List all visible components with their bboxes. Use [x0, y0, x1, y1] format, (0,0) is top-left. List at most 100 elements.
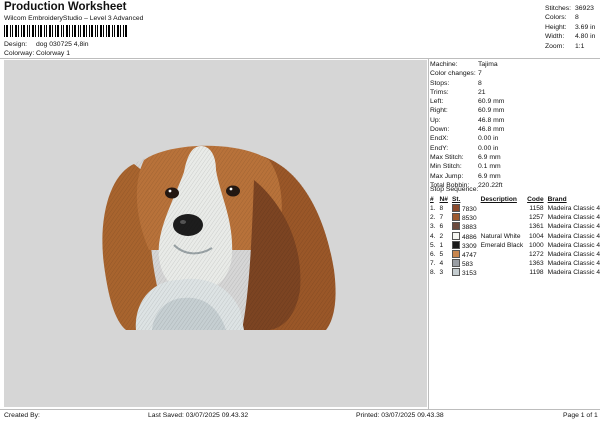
barcode-bar	[80, 25, 81, 37]
info-label: Min Stitch:	[430, 163, 462, 171]
barcode-bar	[123, 25, 124, 37]
barcode-bar	[35, 25, 36, 37]
info-row: EndX: 0.00 in	[430, 134, 504, 143]
needle-number: 1	[439, 241, 444, 249]
thread-number: 3883	[461, 224, 477, 232]
table-row[interactable]: 4. 2 4886 Natural White 1004 Madeira Classic …	[428, 231, 600, 241]
info-value: 0.1 mm	[478, 163, 501, 171]
barcode	[4, 25, 127, 37]
thread-description	[479, 259, 526, 268]
barcode-bar	[21, 25, 22, 37]
barcode-bar	[86, 25, 87, 37]
barcode-bar	[103, 25, 104, 37]
barcode-bar	[91, 25, 93, 37]
info-row: Min Stitch: 0.1 mm	[430, 162, 504, 171]
info-row: Trims: 21	[430, 88, 504, 97]
barcode-bar	[120, 25, 121, 37]
color-cell: 3309	[450, 240, 479, 250]
info-value: 46.8 mm	[478, 116, 505, 124]
barcode-bar	[10, 25, 11, 37]
barcode-bar	[97, 25, 98, 37]
design-preview[interactable]	[4, 60, 427, 407]
header-divider	[0, 58, 600, 59]
page-number: Page 1 of 1	[563, 412, 598, 419]
info-label: Trims:	[430, 88, 449, 96]
thread-number: 7830	[461, 206, 477, 214]
info-row: Up: 46.8 mm	[430, 116, 504, 125]
table-row[interactable]: 6. 5 4747 1272 Madeira Classic 40	[428, 250, 600, 259]
stop-number: 1.	[430, 205, 436, 213]
thread-number: 8530	[461, 215, 477, 223]
barcode-bar	[57, 25, 59, 37]
thread-description	[479, 213, 526, 222]
table-row[interactable]: 3. 6 3883 1361 Madeira Classic 40	[428, 222, 600, 231]
stop-number: 7.	[430, 260, 436, 268]
barcode-bar	[66, 25, 68, 37]
stop-number: 2.	[430, 214, 436, 222]
info-row: Stops: 8	[430, 79, 504, 88]
thread-description	[479, 204, 526, 213]
color-cell: 8530	[450, 213, 479, 222]
stitch-count: 1198	[529, 269, 544, 277]
needle-number: 6	[439, 223, 444, 231]
stop-number: 5.	[430, 241, 436, 249]
info-label: Machine:	[430, 61, 458, 68]
info-value: 60.9 mm	[478, 107, 505, 115]
thread-brand: Madeira Classic 40	[547, 269, 600, 277]
stat-colors: Colors: 8	[545, 14, 579, 22]
barcode-bar	[44, 25, 45, 37]
color-swatch	[451, 240, 460, 249]
info-value: 60.9 mm	[478, 98, 505, 106]
info-value: 46.8 mm	[478, 126, 505, 134]
table-row[interactable]: 2. 7 8530 1257 Madeira Classic 40	[428, 213, 600, 222]
table-row[interactable]: 8. 3 3153 1198 Madeira Classic 40	[428, 268, 600, 277]
design-row: Design: dog 030725 4,8in	[4, 41, 89, 48]
table-row[interactable]: 1. 8 7830 1158 Madeira Classic 40	[428, 204, 600, 213]
thread-brand: Madeira Classic 40	[547, 241, 600, 249]
thread-brand: Madeira Classic 40	[547, 251, 600, 259]
col-needle: N#	[439, 196, 448, 203]
barcode-bar	[95, 25, 96, 37]
thread-brand: Madeira Classic 40	[547, 214, 600, 222]
info-value: 21	[478, 88, 486, 96]
col-code: Code	[527, 196, 544, 203]
info-label: Max Stitch:	[430, 153, 464, 161]
barcode-bar	[117, 25, 119, 37]
info-label: Color changes:	[430, 70, 476, 78]
last-saved: Last Saved: 03/07/2025 09.43.32	[148, 412, 249, 419]
color-swatch	[451, 213, 460, 222]
stitch-count: 1004	[528, 232, 544, 240]
barcode-bar	[46, 25, 47, 37]
barcode-bar	[52, 25, 53, 37]
barcode-bar	[18, 25, 19, 37]
barcode-bar	[72, 25, 73, 37]
info-value: 0.00 in	[478, 144, 499, 152]
thread-brand: Madeira Classic 40	[547, 260, 600, 268]
dog-embroidery-image	[102, 145, 336, 330]
stat-zoom: Zoom: 1:1	[545, 42, 585, 50]
color-cell: 4747	[450, 250, 479, 259]
color-cell: 3883	[450, 222, 479, 231]
barcode-bar	[89, 25, 90, 37]
table-row[interactable]: 5. 1 3309 Emerald Black 1000 Madeira Classic …	[428, 240, 600, 250]
table-row[interactable]: 7. 4 583 1363 Madeira Classic 40	[428, 259, 600, 268]
needle-number: 5	[439, 251, 444, 259]
thread-brand: Madeira Classic 40	[547, 223, 600, 231]
stitch-count: 1158	[529, 205, 544, 213]
stitch-count: 1272	[528, 251, 544, 259]
info-value: 0.00 in	[478, 135, 499, 143]
info-label: EndY:	[430, 144, 449, 152]
info-value: 220.22ft	[478, 181, 503, 189]
thread-description	[479, 250, 526, 259]
color-swatch	[451, 222, 460, 231]
barcode-bar	[100, 25, 102, 37]
color-cell: 4886	[450, 231, 479, 241]
stat-stitches: Stitches: 36923	[545, 5, 594, 12]
color-cell: 3153	[450, 268, 479, 277]
barcode-bar	[78, 25, 79, 37]
barcode-bar	[40, 25, 42, 37]
col-brand: Brand	[547, 196, 567, 203]
color-swatch	[451, 231, 460, 240]
stitch-count: 1363	[528, 260, 544, 268]
barcode-bar	[23, 25, 25, 37]
